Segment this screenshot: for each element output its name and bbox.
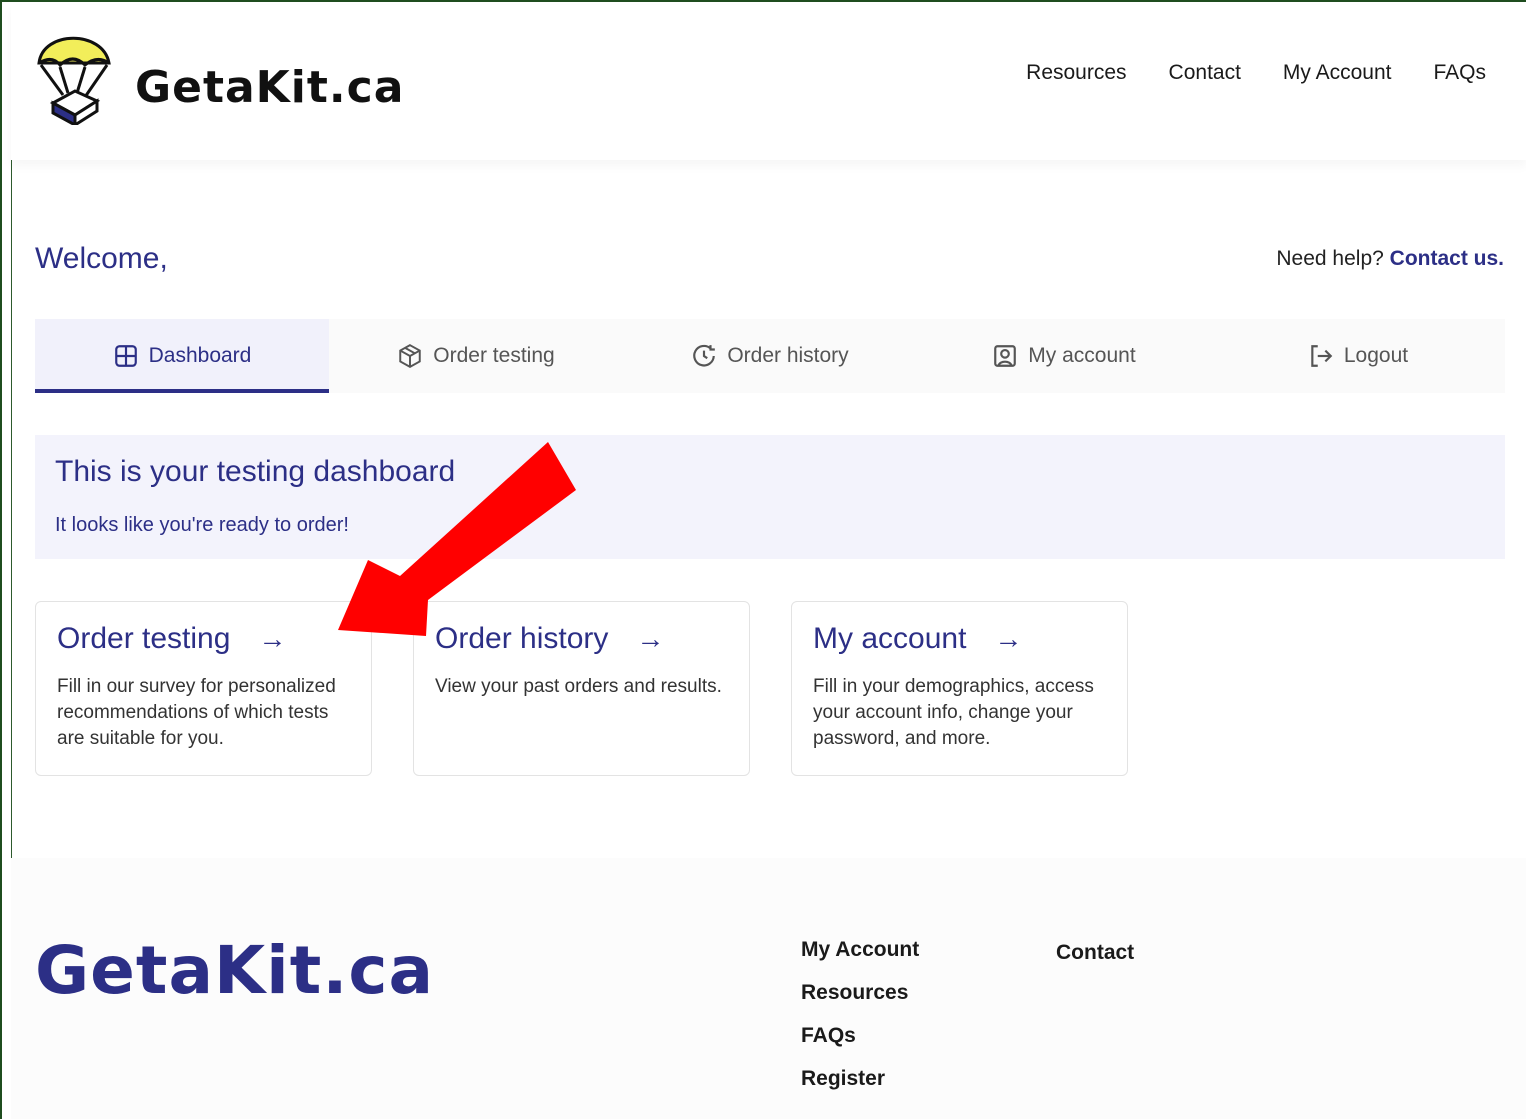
footer-links-secondary: Contact [1056, 941, 1134, 984]
tab-my-account-label: My account [1028, 344, 1136, 367]
arrow-right-icon: → [258, 623, 287, 654]
tab-order-testing[interactable]: Order testing [329, 319, 623, 393]
footer-link-my-account[interactable]: My Account [801, 938, 919, 962]
site-header: GetaKit.ca Resources Contact My Account … [11, 5, 1526, 160]
nav-my-account[interactable]: My Account [1283, 61, 1392, 85]
card-my-account-title[interactable]: My account → [813, 622, 1106, 656]
grid-icon [114, 345, 137, 367]
card-my-account-description: Fill in your demographics, access your a… [813, 676, 1094, 749]
tab-dashboard[interactable]: Dashboard [35, 319, 329, 393]
help-text: Need help? Contact us. [1276, 247, 1504, 271]
card-order-history-description: View your past orders and results. [435, 676, 722, 697]
tab-logout-label: Logout [1343, 344, 1409, 367]
arrow-right-icon: → [636, 623, 665, 654]
footer-link-register[interactable]: Register [801, 1067, 919, 1091]
footer-logo[interactable]: GetaKit.ca [35, 932, 434, 1009]
arrow-right-icon: → [994, 623, 1023, 654]
box-icon [399, 344, 422, 368]
logout-icon [1311, 345, 1333, 367]
footer-links-primary: My Account Resources FAQs Register [801, 938, 919, 1110]
tab-my-account[interactable]: My account [917, 319, 1211, 393]
contact-us-link[interactable]: Contact us. [1390, 247, 1504, 270]
footer-link-resources[interactable]: Resources [801, 981, 919, 1005]
card-order-testing-title[interactable]: Order testing → [57, 622, 350, 656]
footer-link-contact[interactable]: Contact [1056, 941, 1134, 965]
dashboard-banner: This is your testing dashboard It looks … [35, 435, 1505, 559]
parachute-box-icon [37, 36, 111, 125]
nav-contact[interactable]: Contact [1169, 61, 1241, 85]
annotation-arrow-icon [338, 442, 576, 636]
help-prefix: Need help? [1276, 247, 1384, 270]
card-order-testing[interactable]: Order testing → Fill in our survey for p… [35, 601, 372, 776]
dashboard-tabs: Dashboard Order testing Order history My… [35, 319, 1505, 393]
nav-resources[interactable]: Resources [1026, 61, 1126, 85]
card-my-account[interactable]: My account → Fill in your demographics, … [791, 601, 1128, 776]
card-order-testing-heading: Order testing [57, 622, 231, 655]
site-footer: GetaKit.ca My Account Resources FAQs Reg… [11, 858, 1526, 1119]
nav-faqs[interactable]: FAQs [1433, 61, 1486, 85]
tab-logout[interactable]: Logout [1211, 319, 1505, 393]
tab-order-testing-label: Order testing [433, 344, 555, 367]
tab-dashboard-label: Dashboard [148, 344, 252, 367]
welcome-heading: Welcome, [35, 242, 168, 275]
site-logo[interactable]: GetaKit.ca [35, 25, 403, 125]
footer-link-faqs[interactable]: FAQs [801, 1024, 919, 1048]
top-nav: Resources Contact My Account FAQs [1026, 61, 1486, 85]
tab-order-history[interactable]: Order history [623, 319, 917, 393]
card-my-account-heading: My account [813, 622, 967, 655]
tab-order-history-label: Order history [727, 344, 849, 367]
logo-text: GetaKit.ca [135, 62, 405, 113]
clock-icon [693, 344, 716, 367]
user-icon [994, 345, 1017, 367]
card-order-testing-description: Fill in our survey for personalized reco… [57, 676, 336, 749]
banner-subtitle: It looks like you're ready to order! [55, 514, 349, 536]
